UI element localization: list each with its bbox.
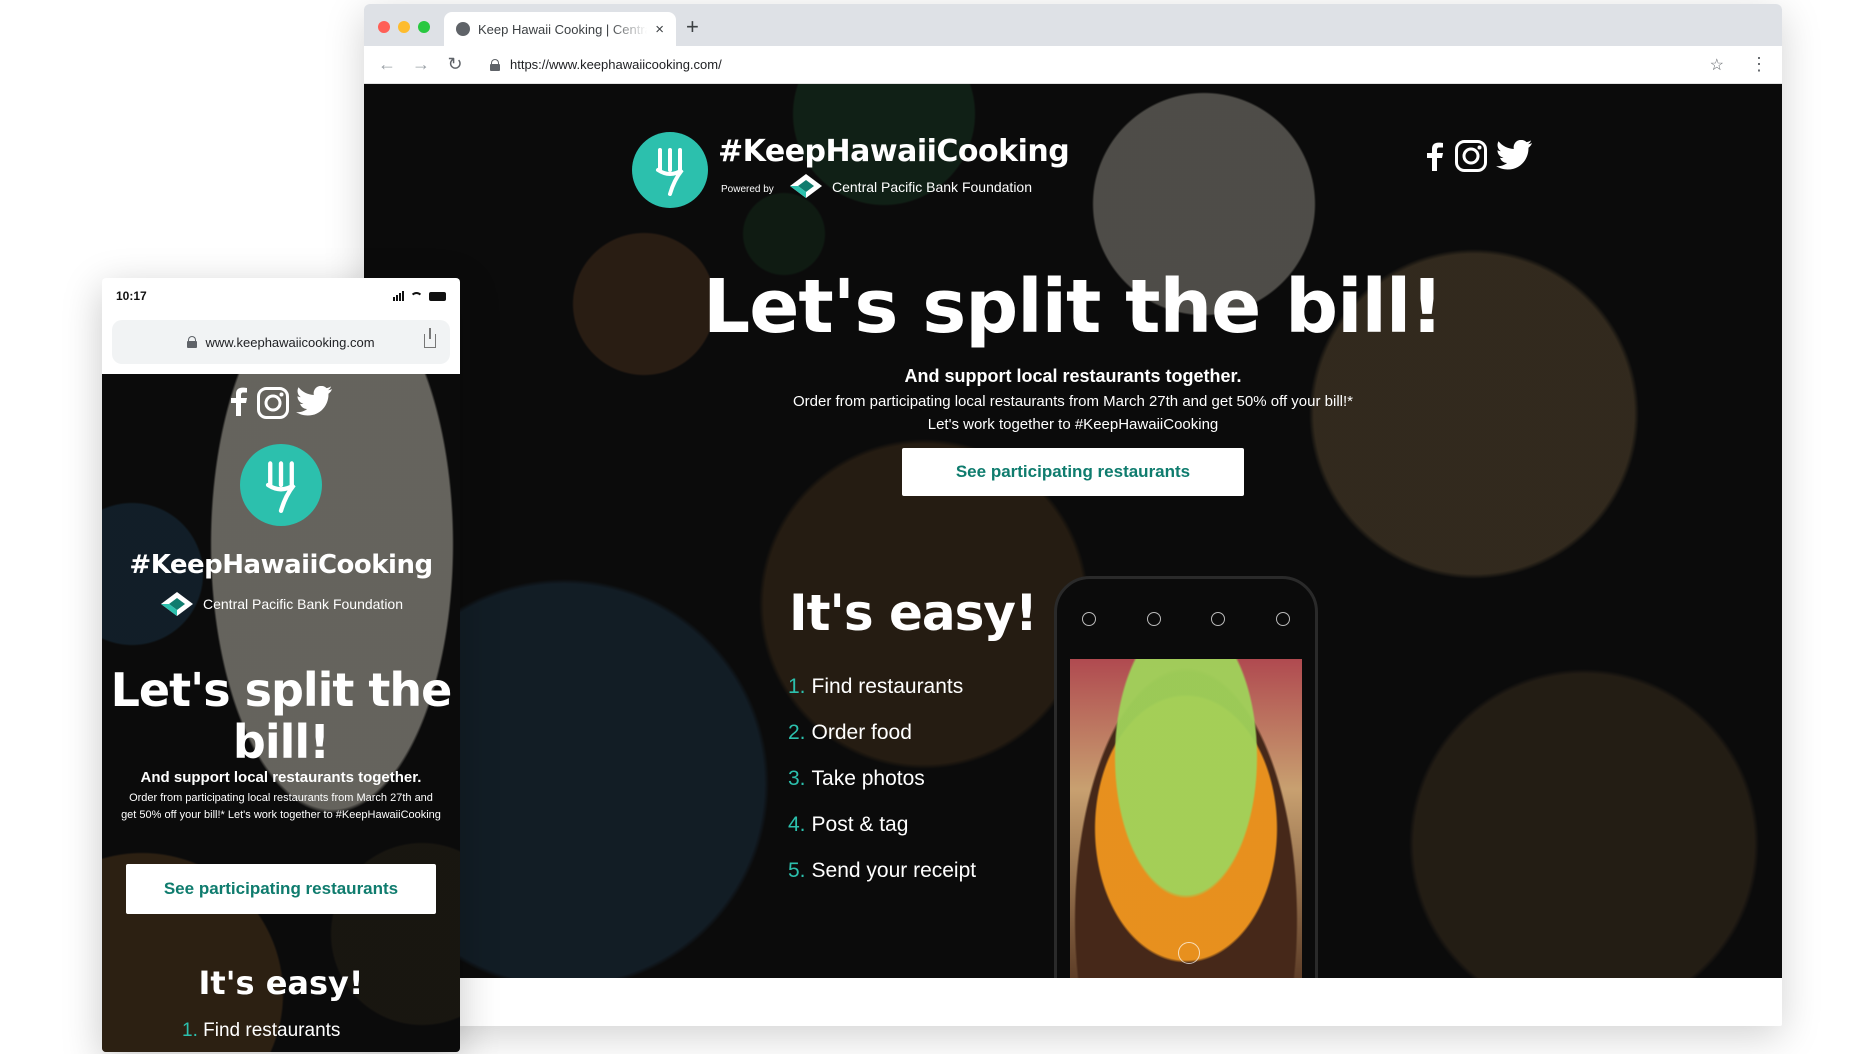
steps-title: It's easy! xyxy=(789,584,1038,642)
flash-icon xyxy=(1082,612,1097,626)
desktop-site: #KeepHawaiiCooking Powered by Central Pa… xyxy=(364,84,1782,978)
lock-icon xyxy=(187,336,198,348)
brand-title[interactable]: #KeepHawaiiCooking xyxy=(718,134,1070,169)
see-restaurants-button[interactable]: See participating restaurants xyxy=(902,448,1244,496)
step-label: Find restaurants xyxy=(203,1020,341,1041)
favicon-icon xyxy=(456,22,470,36)
mobile-site: #KeepHawaiiCooking Central Pacific Bank … xyxy=(102,374,460,1052)
browser-menu-icon[interactable]: ⋮ xyxy=(1750,54,1768,75)
step-number: 5. xyxy=(788,859,806,882)
mobile-hero-subtitle: And support local restaurants together. xyxy=(140,769,422,786)
step-number: 1. xyxy=(788,675,806,698)
live-photo-icon xyxy=(1146,612,1161,626)
step-item: 2. Order food xyxy=(788,710,976,756)
twitter-icon[interactable] xyxy=(1496,140,1534,172)
tab-close-icon[interactable]: × xyxy=(655,21,664,38)
hero-subtitle: And support local restaurants together. xyxy=(904,366,1242,386)
mobile-step-item: 1. Find restaurants xyxy=(182,1020,340,1042)
window-controls xyxy=(378,21,430,33)
mobile-brand-title[interactable]: #KeepHawaiiCooking xyxy=(102,550,460,580)
browser-tab[interactable]: Keep Hawaii Cooking | Central Pacific Ba… xyxy=(444,12,676,46)
step-number: 1. xyxy=(182,1020,198,1041)
cpb-logo-icon xyxy=(161,592,193,616)
instagram-icon[interactable] xyxy=(256,386,290,420)
fork-logo-icon[interactable] xyxy=(632,132,708,208)
powered-by-label: Powered by xyxy=(721,184,774,195)
twitter-icon[interactable] xyxy=(296,386,334,418)
mobile-hero-title: Let's split the bill! xyxy=(110,663,453,769)
mobile-url-text[interactable]: www.keephawaiicooking.com xyxy=(205,335,374,350)
screenshot-stage: Keep Hawaii Cooking | Central Pacific Ba… xyxy=(0,0,1874,1054)
hero-description: Order from participating local restauran… xyxy=(793,393,1353,433)
status-time: 10:17 xyxy=(116,289,147,303)
mobile-device: 10:17 www.keephawaiicooking.com #KeepHaw… xyxy=(102,278,460,1052)
burger-photo-viewfinder xyxy=(1070,659,1302,978)
fork-logo-icon[interactable] xyxy=(240,444,322,526)
tab-bar: Keep Hawaii Cooking | Central Pacific Ba… xyxy=(364,4,1782,46)
mobile-foundation-row: Central Pacific Bank Foundation xyxy=(102,590,460,618)
desktop-browser-window: Keep Hawaii Cooking | Central Pacific Ba… xyxy=(364,4,1782,1026)
steps-list: 1. Find restaurants 2. Order food 3. Take p… xyxy=(788,664,976,894)
step-item: 1. Find restaurants xyxy=(788,664,976,710)
step-label: Send your receipt xyxy=(811,859,977,882)
facebook-icon[interactable] xyxy=(1424,141,1446,171)
step-label: Find restaurants xyxy=(811,675,964,698)
timer-icon xyxy=(1211,612,1226,626)
browser-toolbar: ← → ↻ https://www.keephawaiicooking.com/… xyxy=(364,46,1782,84)
url-text[interactable]: https://www.keephawaiicooking.com/ xyxy=(510,57,1700,72)
facebook-icon[interactable] xyxy=(228,386,250,416)
hero-title: Let's split the bill! xyxy=(703,264,1444,350)
maximize-window-button[interactable] xyxy=(418,21,430,33)
step-label: Order food xyxy=(811,721,912,744)
phone-camera-mockup xyxy=(1054,576,1318,978)
reload-button[interactable]: ↻ xyxy=(446,54,464,75)
close-window-button[interactable] xyxy=(378,21,390,33)
new-tab-button[interactable]: + xyxy=(686,16,699,38)
filter-icon xyxy=(1275,612,1290,626)
step-item: 5. Send your receipt xyxy=(788,848,976,894)
step-label: Post & tag xyxy=(811,813,909,836)
mobile-hero-description: Order from participating local restauran… xyxy=(121,792,441,821)
lock-icon xyxy=(490,58,500,71)
step-item: 4. Post & tag xyxy=(788,802,976,848)
step-label: Take photos xyxy=(811,767,925,790)
address-bar[interactable]: https://www.keephawaiicooking.com/ ☆ xyxy=(480,51,1734,79)
step-number: 3. xyxy=(788,767,806,790)
bookmark-star-icon[interactable]: ☆ xyxy=(1710,55,1724,75)
zoom-ring-icon xyxy=(1178,942,1200,964)
mobile-see-restaurants-button[interactable]: See participating restaurants xyxy=(126,864,436,914)
camera-controls xyxy=(1057,579,1315,649)
step-number: 2. xyxy=(788,721,806,744)
social-links xyxy=(1424,139,1534,173)
instagram-icon[interactable] xyxy=(1454,139,1488,173)
mobile-steps-title: It's easy! xyxy=(198,964,364,1002)
mobile-social-links xyxy=(102,386,460,420)
forward-button[interactable]: → xyxy=(412,54,430,75)
step-item: 3. Take photos xyxy=(788,756,976,802)
step-number: 4. xyxy=(788,813,806,836)
mobile-foundation-name: Central Pacific Bank Foundation xyxy=(203,596,403,612)
foundation-name: Central Pacific Bank Foundation xyxy=(832,179,1032,195)
tab-title: Keep Hawaii Cooking | Central Pacific Ba… xyxy=(478,21,647,37)
back-button[interactable]: ← xyxy=(378,54,396,75)
cpb-logo-icon xyxy=(790,174,822,198)
minimize-window-button[interactable] xyxy=(398,21,410,33)
